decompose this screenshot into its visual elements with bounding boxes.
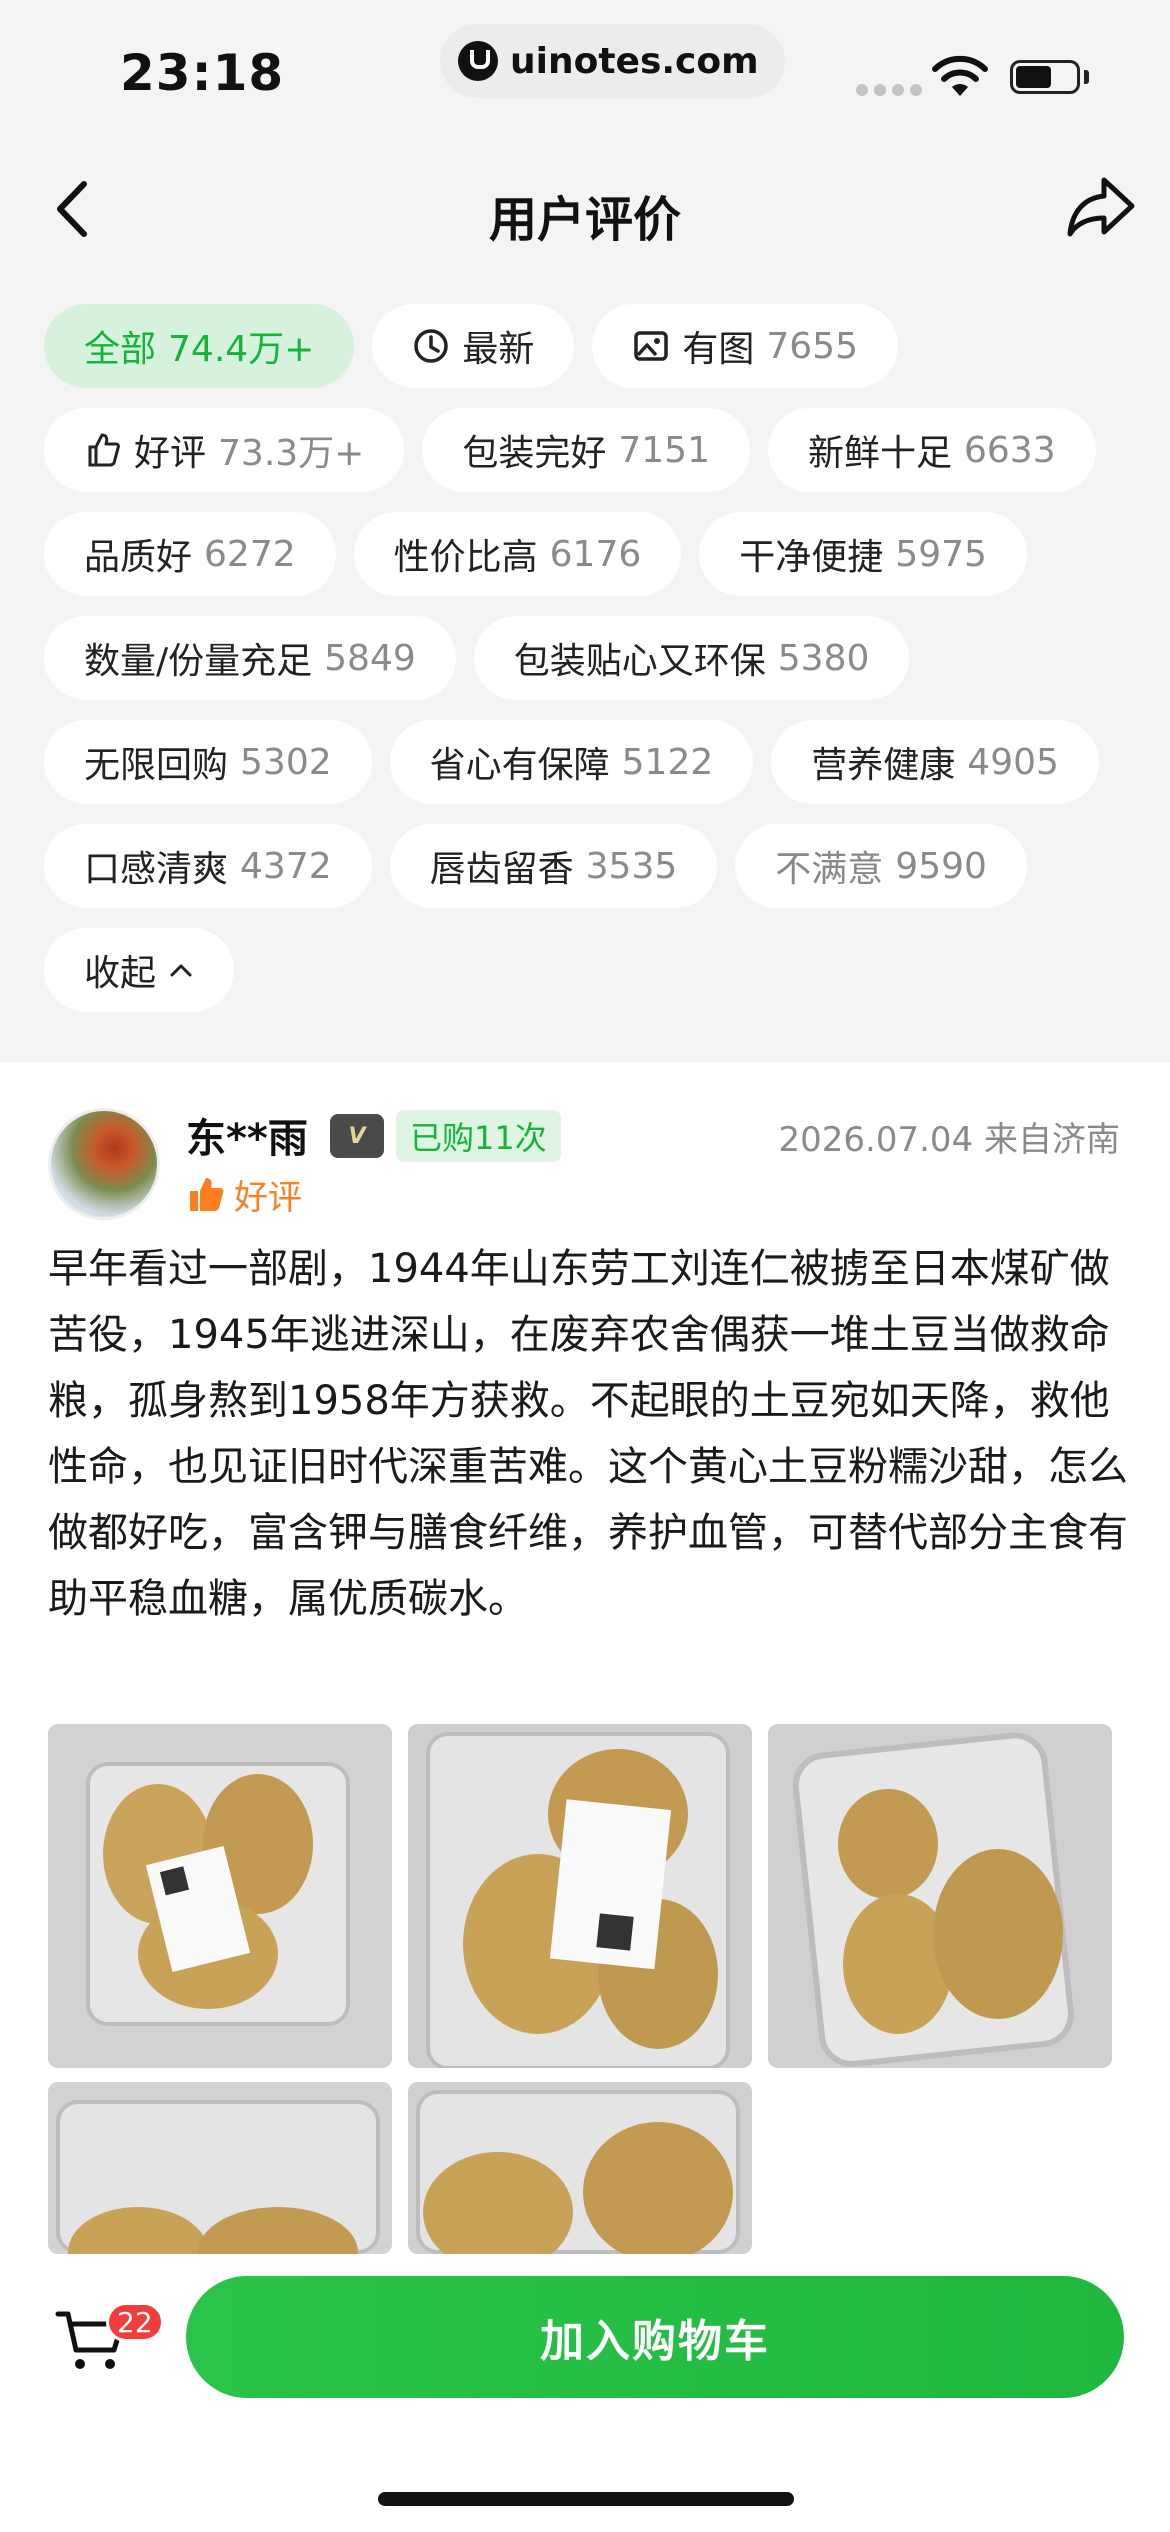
cart-count-badge: 22 — [106, 2302, 164, 2342]
tag-good-value[interactable]: 性价比高 6176 — [353, 512, 682, 596]
review-filter-tags: 全部 74.4万+ 最新 有图 7655 好评 73.3万+ 包装完好 7151 新鲜十… — [44, 304, 1134, 1012]
tag-packaging-intact[interactable]: 包装完好 7151 — [422, 408, 750, 492]
clock-icon — [414, 329, 449, 363]
review-photo[interactable] — [408, 2082, 752, 2254]
tag-sufficient-quantity[interactable]: 数量/份量充足 5849 — [44, 616, 456, 700]
review-photo[interactable] — [48, 1724, 392, 2068]
tag-good-quality[interactable]: 品质好 6272 — [44, 512, 336, 596]
tag-refreshing-taste[interactable]: 口感清爽 4372 — [44, 824, 372, 908]
wifi-icon — [932, 55, 988, 96]
tag-clean-convenient[interactable]: 干净便捷 5975 — [699, 512, 1027, 596]
page-title: 用户评价 — [488, 192, 681, 248]
rating-badge: 好评 — [186, 1170, 302, 1219]
thumbs-up-icon — [190, 1177, 224, 1211]
tag-unsatisfied[interactable]: 不满意 9590 — [735, 824, 1027, 908]
status-time: 23:18 — [120, 44, 285, 102]
tag-latest[interactable]: 最新 — [372, 304, 575, 388]
share-icon[interactable] — [1064, 172, 1138, 242]
tag-very-fresh[interactable]: 新鲜十足 6633 — [767, 408, 1096, 492]
rating-label: 好评 — [234, 1178, 302, 1218]
url-text: uinotes.com — [510, 40, 759, 82]
cellular-signal-icon — [856, 84, 922, 96]
tag-all[interactable]: 全部 74.4万+ — [44, 304, 355, 388]
tag-repurchase[interactable]: 无限回购 5302 — [44, 720, 372, 804]
image-icon — [634, 331, 669, 361]
home-indicator — [378, 2492, 794, 2506]
review-photo[interactable] — [48, 2082, 392, 2254]
tag-eco-packaging[interactable]: 包装贴心又环保 5380 — [473, 616, 910, 700]
review-photo[interactable] — [768, 1724, 1112, 2068]
username: 东**雨 — [186, 1116, 308, 1162]
chevron-up-icon — [170, 964, 192, 977]
review-date-location: 2026.07.04 来自济南 — [778, 1120, 1120, 1160]
battery-icon — [1010, 60, 1080, 94]
site-logo-icon — [458, 41, 498, 81]
thumbs-up-icon — [88, 433, 120, 467]
tag-with-images[interactable]: 有图 7655 — [592, 304, 898, 388]
avatar[interactable] — [48, 1108, 160, 1220]
collapse-tags-button[interactable]: 收起 — [44, 928, 235, 1012]
purchase-count-badge: 已购11次 — [396, 1110, 561, 1162]
review-photo[interactable] — [408, 1724, 752, 2068]
url-pill[interactable]: uinotes.com — [440, 24, 785, 98]
add-to-cart-button[interactable]: 加入购物车 — [186, 2276, 1124, 2398]
tag-lingering-aroma[interactable]: 唇齿留香 3535 — [389, 824, 718, 908]
tag-positive[interactable]: 好评 73.3万+ — [44, 408, 405, 492]
vip-badge: V — [330, 1114, 384, 1158]
review-text: 早年看过一部剧，1944年山东劳工刘连仁被掳至日本煤矿做苦役，1945年逃进深山… — [48, 1246, 1128, 1622]
tag-reliable[interactable]: 省心有保障 5122 — [389, 720, 754, 804]
tag-healthy[interactable]: 营养健康 4905 — [771, 720, 1099, 804]
